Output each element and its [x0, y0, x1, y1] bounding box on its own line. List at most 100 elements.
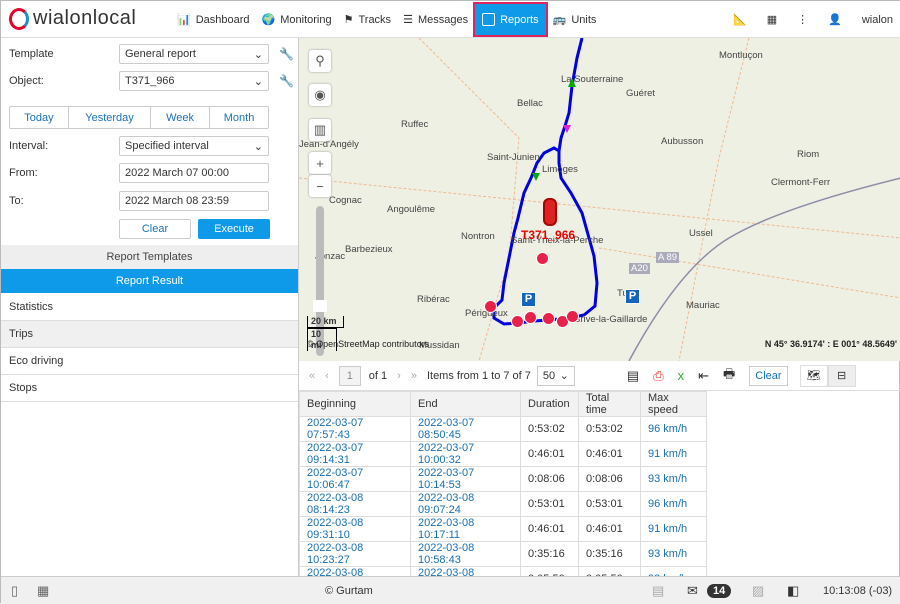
table-row[interactable]: 2022-03-08 10:23:27 2022-03-08 10:58:43 0:… [299, 541, 707, 567]
table-row[interactable]: 2022-03-07 09:14:31 2022-03-07 10:00:32 0:… [299, 441, 707, 467]
table-cell[interactable]: 93 km/h [640, 541, 707, 567]
nav-monitoring[interactable]: 🌍 Monitoring [256, 1, 338, 38]
report-templates-section[interactable]: Report Templates [1, 245, 298, 269]
table-cell[interactable]: 2022-03-07 10:14:53 [410, 466, 521, 492]
col-beginning[interactable]: Beginning [299, 391, 411, 417]
notifications-badge[interactable]: 14 [707, 584, 732, 598]
nav-units[interactable]: 🚌 Units [547, 1, 603, 38]
map-view-toggle[interactable]: 🗺 [799, 364, 828, 387]
object-select[interactable]: T371_966 ⌄ [119, 71, 269, 91]
more-icon[interactable]: ⋮ [797, 13, 808, 26]
col-end[interactable]: End [410, 391, 521, 417]
first-page-icon[interactable]: « [309, 370, 315, 382]
table-cell[interactable]: 91 km/h [640, 516, 707, 542]
execute-button[interactable]: Execute [198, 219, 270, 239]
template-select[interactable]: General report ⌄ [119, 44, 269, 64]
table-cell[interactable]: 2022-03-07 10:00:32 [410, 441, 521, 467]
map[interactable]: La Souterraine Montluçon Guéret Bellac R… [299, 38, 900, 361]
map-attribution[interactable]: © OpenStreetMap contributors [307, 339, 429, 349]
col-max-speed[interactable]: Max speed [640, 391, 707, 417]
table-cell[interactable]: 2022-03-08 10:58:43 [410, 541, 521, 567]
apps-grid-icon[interactable]: ▦ [37, 583, 49, 599]
to-input[interactable]: 2022 March 08 23:59 [119, 191, 269, 211]
import-icon[interactable]: ⇤ [698, 368, 709, 384]
result-item-statistics[interactable]: Statistics [1, 294, 298, 321]
table-cell[interactable]: 93 km/h [640, 466, 707, 492]
result-item-stops[interactable]: Stops [1, 375, 298, 402]
parking-icon[interactable]: P [521, 292, 536, 307]
map-search-button[interactable]: ⚲ [309, 50, 331, 72]
table-row[interactable]: 2022-03-08 09:31:10 2022-03-08 10:17:11 0:… [299, 516, 707, 542]
stop-icon[interactable] [542, 312, 555, 325]
zoom-in-button[interactable]: + [309, 152, 331, 174]
table-cell[interactable]: 2022-03-07 07:57:43 [299, 416, 411, 442]
result-item-trips[interactable]: Trips [1, 321, 298, 348]
table-cell[interactable]: 2022-03-08 10:23:27 [299, 541, 411, 567]
zoom-out-button[interactable]: − [309, 175, 331, 197]
table-cell[interactable]: 2022-03-07 10:06:47 [299, 466, 411, 492]
stop-icon[interactable] [566, 310, 579, 323]
week-button[interactable]: Week [151, 107, 211, 128]
report-result-section[interactable]: Report Result [1, 269, 298, 293]
page-input[interactable]: 1 [338, 365, 361, 386]
stop-icon[interactable] [511, 315, 524, 328]
nav-reports[interactable]: Reports [473, 2, 548, 37]
map-layers-button[interactable]: ▥ [309, 119, 331, 141]
table-cell[interactable]: 96 km/h [640, 491, 707, 517]
notes-icon[interactable]: ▤ [652, 583, 664, 599]
nav-dashboard[interactable]: 📊 Dashboard [171, 1, 256, 38]
col-total-time[interactable]: Total time [578, 391, 641, 417]
table-cell[interactable]: 91 km/h [640, 441, 707, 467]
per-page-select[interactable]: 50 ⌄ [536, 365, 575, 386]
stop-icon[interactable] [484, 300, 497, 313]
table-row[interactable]: 2022-03-07 07:57:43 2022-03-07 08:50:45 0:… [299, 416, 707, 442]
table-cell[interactable]: 2022-03-08 08:14:23 [299, 491, 411, 517]
stop-icon[interactable] [536, 252, 549, 265]
from-input[interactable]: 2022 March 07 00:00 [119, 163, 269, 183]
layout-icon[interactable]: ◧ [787, 583, 799, 599]
split-view-toggle[interactable]: ⊟ [827, 364, 856, 387]
table-row[interactable]: 2022-03-07 10:06:47 2022-03-07 10:14:53 0:… [299, 466, 707, 492]
username[interactable]: wialon [862, 14, 893, 26]
table-cell[interactable]: 2022-03-07 09:14:31 [299, 441, 411, 467]
wialon-logo[interactable]: wialonlocal [9, 7, 136, 30]
yesterday-button[interactable]: Yesterday [69, 107, 152, 128]
excel-export-icon[interactable]: x [678, 368, 685, 383]
apps-grid-icon[interactable]: ▦ [767, 13, 777, 26]
table-row[interactable]: 2022-03-08 08:14:23 2022-03-08 09:07:24 0:… [299, 491, 707, 517]
table-cell: 0:46:01 [578, 516, 641, 542]
table-cell[interactable]: 2022-03-07 08:50:45 [410, 416, 521, 442]
unit-label[interactable]: T371_966 [521, 228, 575, 242]
pdf-export-icon[interactable]: ⎙ [653, 368, 663, 384]
prev-page-icon[interactable]: ‹ [325, 370, 329, 382]
user-icon[interactable]: 👤 [828, 13, 842, 26]
print-icon[interactable]: 🖶 [723, 365, 735, 387]
unit-car-icon[interactable] [543, 198, 557, 226]
wrench-icon[interactable]: 🔧 [279, 74, 294, 88]
table-cell[interactable]: 96 km/h [640, 416, 707, 442]
today-button[interactable]: Today [10, 107, 69, 128]
stop-icon[interactable] [524, 311, 537, 324]
col-duration[interactable]: Duration [520, 391, 579, 417]
image-icon[interactable]: ▨ [752, 583, 764, 599]
panel-toggle-icon[interactable]: ▯ [11, 583, 18, 599]
next-page-icon[interactable]: › [397, 370, 401, 382]
copyright[interactable]: © Gurtam [325, 585, 373, 597]
month-button[interactable]: Month [210, 107, 268, 128]
ruler-icon[interactable]: 📐 [733, 13, 747, 26]
result-item-eco-driving[interactable]: Eco driving [1, 348, 298, 375]
wrench-icon[interactable]: 🔧 [279, 47, 294, 61]
nav-tracks[interactable]: ⚑ Tracks [338, 1, 397, 38]
parking-icon[interactable]: P [625, 289, 640, 304]
table-cell[interactable]: 2022-03-08 09:07:24 [410, 491, 521, 517]
last-page-icon[interactable]: » [411, 370, 417, 382]
clear-report-button[interactable]: Clear [749, 365, 788, 386]
clear-button[interactable]: Clear [119, 219, 191, 239]
map-visibility-button[interactable]: ◉ [309, 84, 331, 106]
table-cell[interactable]: 2022-03-08 09:31:10 [299, 516, 411, 542]
nav-messages[interactable]: ☰ Messages [397, 1, 474, 38]
mail-icon[interactable]: ✉ [687, 583, 698, 599]
html-export-icon[interactable]: ▤ [627, 368, 639, 384]
table-cell[interactable]: 2022-03-08 10:17:11 [410, 516, 521, 542]
interval-select[interactable]: Specified interval ⌄ [119, 136, 269, 156]
